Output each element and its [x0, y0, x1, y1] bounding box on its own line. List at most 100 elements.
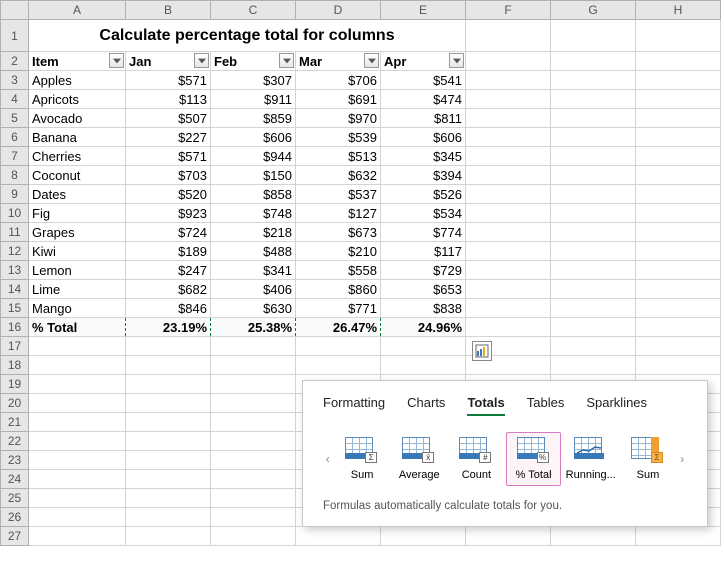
cell[interactable]: [551, 356, 636, 375]
col-header-G[interactable]: G: [551, 1, 636, 20]
cell-feb[interactable]: $218: [211, 223, 296, 242]
cell[interactable]: [551, 166, 636, 185]
cell-apr[interactable]: $541: [381, 71, 466, 90]
cell-jan[interactable]: $846: [126, 299, 211, 318]
row-header[interactable]: 13: [1, 261, 29, 280]
cell[interactable]: [551, 261, 636, 280]
cell-apr[interactable]: $345: [381, 147, 466, 166]
cell[interactable]: [466, 527, 551, 546]
table-header-mar[interactable]: Mar: [296, 52, 381, 71]
cell-jan[interactable]: $724: [126, 223, 211, 242]
cell[interactable]: [466, 318, 551, 337]
cell-mar[interactable]: $537: [296, 185, 381, 204]
cell-apr[interactable]: $474: [381, 90, 466, 109]
row-header[interactable]: 1: [1, 20, 29, 52]
row-header[interactable]: 19: [1, 375, 29, 394]
cell[interactable]: [466, 223, 551, 242]
row-header[interactable]: 26: [1, 508, 29, 527]
cell-apr[interactable]: $606: [381, 128, 466, 147]
cell[interactable]: [466, 204, 551, 223]
cell-apr[interactable]: $838: [381, 299, 466, 318]
row-header[interactable]: 14: [1, 280, 29, 299]
cell[interactable]: [551, 299, 636, 318]
title-cell[interactable]: Calculate percentage total for columns: [29, 20, 466, 52]
cell[interactable]: [466, 128, 551, 147]
cell-mar[interactable]: $673: [296, 223, 381, 242]
cell-jan[interactable]: $520: [126, 185, 211, 204]
option-count[interactable]: # Count: [449, 432, 504, 486]
cell-item[interactable]: Fig: [29, 204, 126, 223]
tab-charts[interactable]: Charts: [407, 395, 445, 416]
cell[interactable]: [211, 413, 296, 432]
cell[interactable]: [636, 90, 721, 109]
row-header[interactable]: 11: [1, 223, 29, 242]
col-header-D[interactable]: D: [296, 1, 381, 20]
cell[interactable]: [126, 508, 211, 527]
cell[interactable]: [636, 223, 721, 242]
cell[interactable]: [466, 90, 551, 109]
cell[interactable]: [636, 337, 721, 356]
cell[interactable]: [551, 20, 636, 52]
cell-feb[interactable]: $630: [211, 299, 296, 318]
col-header-C[interactable]: C: [211, 1, 296, 20]
cell-mar[interactable]: $558: [296, 261, 381, 280]
cell[interactable]: [551, 128, 636, 147]
cell[interactable]: [551, 337, 636, 356]
cell[interactable]: [551, 109, 636, 128]
cell[interactable]: [551, 318, 636, 337]
row-header[interactable]: 8: [1, 166, 29, 185]
row-header[interactable]: 23: [1, 451, 29, 470]
cell-mar[interactable]: $513: [296, 147, 381, 166]
cell[interactable]: [29, 508, 126, 527]
cell-jan[interactable]: $571: [126, 147, 211, 166]
cell[interactable]: [29, 375, 126, 394]
cell[interactable]: [551, 204, 636, 223]
filter-button-apr[interactable]: [449, 53, 464, 68]
cell-mar[interactable]: $210: [296, 242, 381, 261]
cell[interactable]: [466, 20, 551, 52]
cell-feb[interactable]: $858: [211, 185, 296, 204]
row-header[interactable]: 17: [1, 337, 29, 356]
cell[interactable]: [636, 147, 721, 166]
totals-apr-cell[interactable]: 24.96%: [381, 318, 466, 337]
totals-mar-cell[interactable]: 26.47%: [296, 318, 381, 337]
cell[interactable]: [466, 299, 551, 318]
cell[interactable]: [211, 432, 296, 451]
row-header[interactable]: 20: [1, 394, 29, 413]
cell[interactable]: [636, 71, 721, 90]
cell-jan[interactable]: $571: [126, 71, 211, 90]
cell-mar[interactable]: $539: [296, 128, 381, 147]
cell-feb[interactable]: $606: [211, 128, 296, 147]
cell[interactable]: [551, 71, 636, 90]
cell[interactable]: [29, 432, 126, 451]
quick-analysis-button[interactable]: [472, 341, 492, 361]
cell-feb[interactable]: $406: [211, 280, 296, 299]
cell[interactable]: [551, 527, 636, 546]
cell[interactable]: [636, 109, 721, 128]
cell[interactable]: [466, 109, 551, 128]
cell[interactable]: [636, 166, 721, 185]
cell[interactable]: [29, 394, 126, 413]
row-header[interactable]: 22: [1, 432, 29, 451]
cell[interactable]: [466, 185, 551, 204]
cell[interactable]: [29, 451, 126, 470]
cell[interactable]: [29, 470, 126, 489]
filter-button-feb[interactable]: [279, 53, 294, 68]
cell-item[interactable]: Grapes: [29, 223, 126, 242]
cell[interactable]: [551, 223, 636, 242]
table-header-jan[interactable]: Jan: [126, 52, 211, 71]
cell[interactable]: [636, 204, 721, 223]
cell-item[interactable]: Kiwi: [29, 242, 126, 261]
cell[interactable]: [211, 375, 296, 394]
filter-button-jan[interactable]: [194, 53, 209, 68]
table-header-item[interactable]: Item: [29, 52, 126, 71]
filter-button-mar[interactable]: [364, 53, 379, 68]
cell[interactable]: [211, 508, 296, 527]
cell-item[interactable]: Banana: [29, 128, 126, 147]
cell-mar[interactable]: $970: [296, 109, 381, 128]
cell[interactable]: [211, 470, 296, 489]
col-header-H[interactable]: H: [636, 1, 721, 20]
cell[interactable]: [211, 527, 296, 546]
cell-mar[interactable]: $127: [296, 204, 381, 223]
cell[interactable]: [126, 356, 211, 375]
